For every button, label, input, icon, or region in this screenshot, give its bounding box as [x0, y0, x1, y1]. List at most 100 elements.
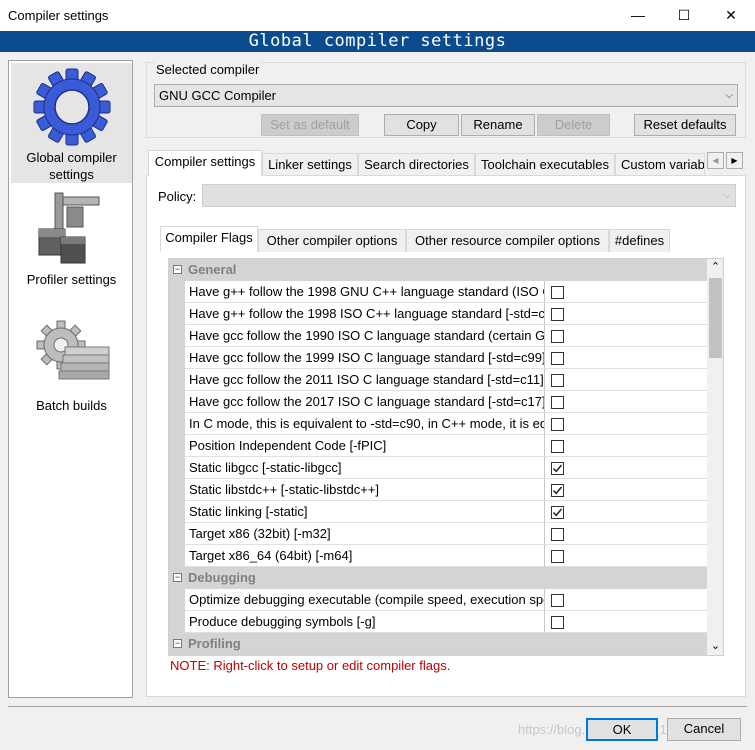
category-row[interactable]: − General: [169, 259, 707, 281]
flag-row[interactable]: Static libgcc [-static-libgcc]: [169, 457, 707, 479]
flag-checkbox[interactable]: [551, 484, 564, 497]
flag-checkbox[interactable]: [551, 396, 564, 409]
flag-row[interactable]: Static linking [-static]: [169, 501, 707, 523]
main-tab-strip: Compiler settings Linker settings Search…: [146, 150, 746, 176]
checkmark-icon: [552, 486, 563, 495]
compiler-select-value: GNU GCC Compiler: [159, 88, 277, 103]
scrollbar-thumb[interactable]: [709, 278, 722, 358]
copy-button[interactable]: Copy: [384, 114, 459, 136]
flag-row[interactable]: Have gcc follow the 1990 ISO C language …: [169, 325, 707, 347]
flag-row[interactable]: In C mode, this is equivalent to -std=c9…: [169, 413, 707, 435]
category-label: Debugging: [188, 570, 256, 585]
flag-label: Have g++ follow the 1998 ISO C++ languag…: [185, 303, 545, 325]
minimize-button[interactable]: —: [615, 0, 661, 31]
flag-label: Have gcc follow the 2011 ISO C language …: [185, 369, 545, 391]
flag-row[interactable]: Target x86 (32bit) [-m32]: [169, 523, 707, 545]
flag-row[interactable]: Have gcc follow the 2017 ISO C language …: [169, 391, 707, 413]
tab-linker-settings[interactable]: Linker settings: [262, 153, 358, 176]
grid-scrollbar[interactable]: ⌃ ⌄: [707, 259, 723, 655]
row-gutter: [169, 611, 185, 633]
flag-label: Static libgcc [-static-libgcc]: [185, 457, 545, 479]
flag-row[interactable]: Have g++ follow the 1998 ISO C++ languag…: [169, 303, 707, 325]
policy-select[interactable]: ⌵: [202, 184, 736, 207]
tab-scroll-right-button[interactable]: ▶: [726, 152, 743, 169]
caliper-icon: [38, 192, 100, 264]
flag-checkbox[interactable]: [551, 594, 564, 607]
nav-label-line1: Profiler settings: [26, 272, 117, 287]
nav-item-global-compiler[interactable]: Global compiler settings: [11, 63, 132, 183]
flag-label: Have gcc follow the 2017 ISO C language …: [185, 391, 545, 413]
flag-checkbox[interactable]: [551, 616, 564, 629]
row-gutter: [169, 589, 185, 611]
flag-checkbox[interactable]: [551, 418, 564, 431]
compiler-select[interactable]: GNU GCC Compiler ⌵: [154, 84, 738, 107]
maximize-button[interactable]: ☐: [661, 0, 707, 31]
set-as-default-button[interactable]: Set as default: [261, 114, 359, 136]
row-gutter: [169, 457, 185, 479]
window-title: Compiler settings: [8, 8, 109, 23]
category-row[interactable]: − Profiling: [169, 633, 707, 655]
flag-label: Have gcc follow the 1999 ISO C language …: [185, 347, 545, 369]
cancel-button[interactable]: Cancel: [667, 718, 741, 741]
flag-row[interactable]: Have gcc follow the 1999 ISO C language …: [169, 347, 707, 369]
gear-icon: [33, 68, 111, 146]
flag-value-cell: [545, 545, 707, 567]
tab-scroll-left-button[interactable]: ◀: [707, 152, 724, 169]
reset-defaults-button[interactable]: Reset defaults: [634, 114, 736, 136]
scroll-down-arrow-icon[interactable]: ⌄: [707, 638, 723, 655]
row-gutter: [169, 325, 185, 347]
flag-value-cell: [545, 611, 707, 633]
flag-checkbox[interactable]: [551, 550, 564, 563]
tab-other-resource-compiler-options[interactable]: Other resource compiler options: [406, 229, 609, 252]
flag-row[interactable]: Have gcc follow the 2011 ISO C language …: [169, 369, 707, 391]
flag-row[interactable]: Optimize debugging executable (compile s…: [169, 589, 707, 611]
nav-item-profiler[interactable]: Profiler settings: [11, 185, 132, 295]
flag-checkbox[interactable]: [551, 440, 564, 453]
flag-row[interactable]: Produce debugging symbols [-g]: [169, 611, 707, 633]
flag-row[interactable]: Position Independent Code [-fPIC]: [169, 435, 707, 457]
close-button[interactable]: ✕: [708, 0, 754, 31]
page-banner: Global compiler settings: [0, 31, 755, 52]
flag-value-cell: [545, 457, 707, 479]
flag-checkbox[interactable]: [551, 528, 564, 541]
collapse-icon[interactable]: −: [173, 639, 182, 648]
flag-value-cell: [545, 523, 707, 545]
tab-custom-variables[interactable]: Custom variab: [615, 153, 705, 176]
tab-compiler-flags[interactable]: Compiler Flags: [160, 226, 258, 252]
delete-button[interactable]: Delete: [537, 114, 610, 136]
collapse-icon[interactable]: −: [173, 265, 182, 274]
flag-checkbox[interactable]: [551, 308, 564, 321]
tab-search-directories[interactable]: Search directories: [358, 153, 475, 176]
ok-button[interactable]: OK: [586, 718, 658, 741]
flag-checkbox[interactable]: [551, 286, 564, 299]
flag-checkbox[interactable]: [551, 330, 564, 343]
flag-checkbox[interactable]: [551, 506, 564, 519]
flag-label: Target x86_64 (64bit) [-m64]: [185, 545, 545, 567]
flag-value-cell: [545, 303, 707, 325]
nav-label-line2: settings: [49, 167, 94, 182]
flag-row[interactable]: Target x86_64 (64bit) [-m64]: [169, 545, 707, 567]
title-bar: Compiler settings — ☐ ✕: [0, 0, 755, 31]
collapse-icon[interactable]: −: [173, 573, 182, 582]
nav-item-batch-builds[interactable]: Batch builds: [11, 307, 132, 417]
nav-label-line1: Global compiler: [26, 150, 117, 165]
category-row[interactable]: − Debugging: [169, 567, 707, 589]
chevron-down-icon: ⌵: [725, 90, 733, 101]
scroll-up-arrow-icon[interactable]: ⌃: [707, 259, 723, 276]
flag-label: Produce debugging symbols [-g]: [185, 611, 545, 633]
flag-checkbox[interactable]: [551, 462, 564, 475]
flag-value-cell: [545, 413, 707, 435]
tab-compiler-settings[interactable]: Compiler settings: [148, 150, 262, 176]
settings-nav-panel: Global compiler settings Profiler settin…: [8, 60, 133, 698]
tab-other-compiler-options[interactable]: Other compiler options: [258, 229, 406, 252]
flag-value-cell: [545, 435, 707, 457]
tab-defines[interactable]: #defines: [609, 229, 670, 252]
tab-toolchain-executables[interactable]: Toolchain executables: [475, 153, 615, 176]
rename-button[interactable]: Rename: [461, 114, 535, 136]
flag-row[interactable]: Have g++ follow the 1998 GNU C++ languag…: [169, 281, 707, 303]
flag-checkbox[interactable]: [551, 374, 564, 387]
row-gutter: [169, 281, 185, 303]
flag-checkbox[interactable]: [551, 352, 564, 365]
flag-row[interactable]: Static libstdc++ [-static-libstdc++]: [169, 479, 707, 501]
flag-value-cell: [545, 347, 707, 369]
